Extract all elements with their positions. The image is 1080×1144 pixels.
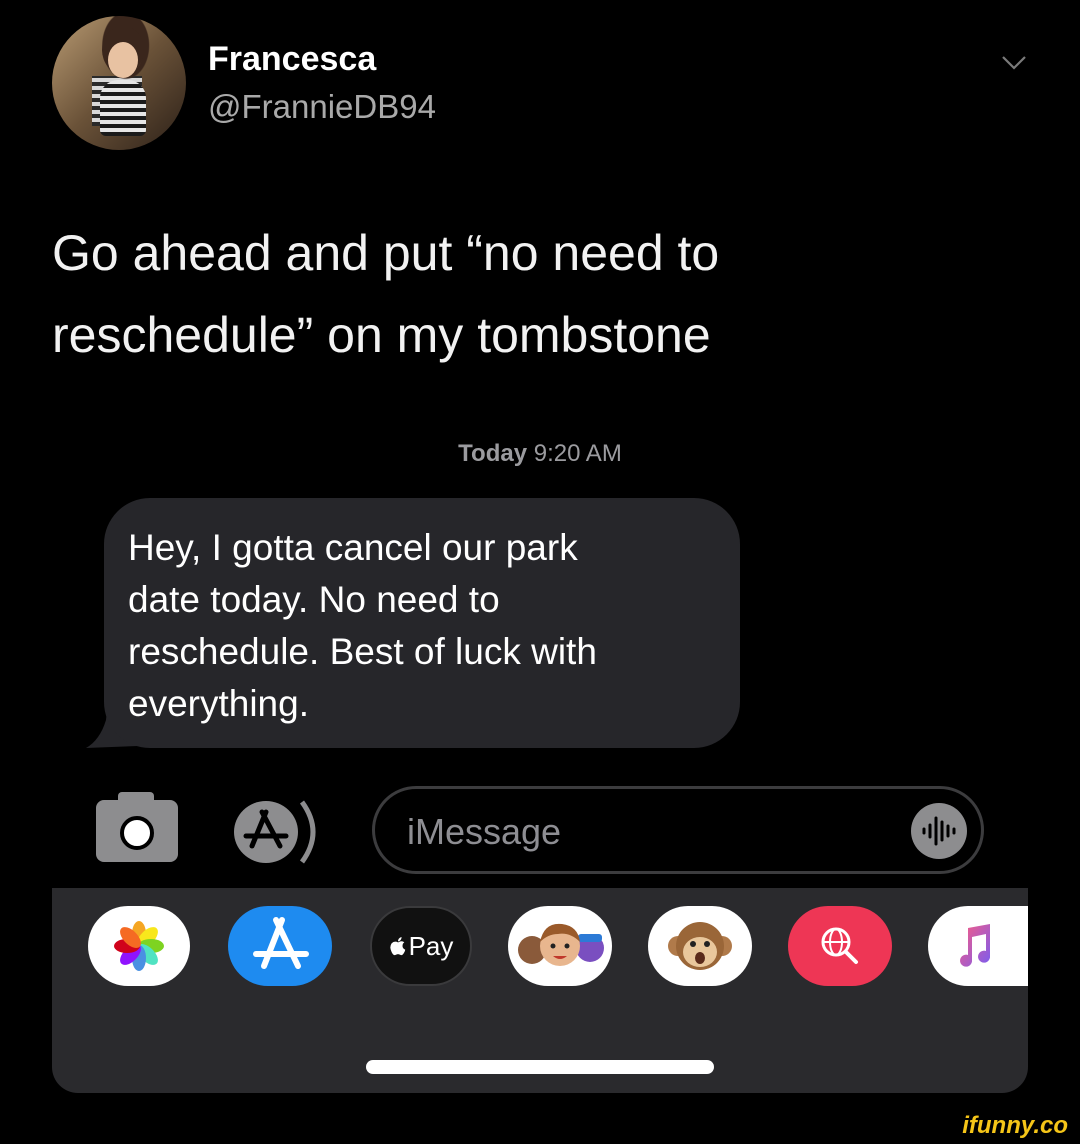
memoji-app[interactable]: [508, 906, 612, 986]
tweet-text: Go ahead and put “no need to reschedule”…: [52, 212, 1042, 376]
imessage-input[interactable]: iMessage: [372, 786, 984, 874]
avatar-face: [108, 42, 138, 78]
apple-logo-icon: [389, 937, 405, 956]
imessage-placeholder: iMessage: [407, 811, 562, 852]
message-line: date today. No need to: [128, 579, 500, 620]
audio-message-button[interactable]: [911, 803, 967, 859]
tweet-line-1: Go ahead and put “no need to: [52, 225, 720, 281]
watermark: ifunny.co: [962, 1112, 1068, 1139]
author-handle[interactable]: @FrannieDB94: [208, 88, 436, 126]
message-timestamp: Today 9:20 AM: [0, 440, 1080, 468]
apple-pay-app[interactable]: Pay: [370, 906, 472, 986]
monkey-icon: [668, 922, 732, 970]
tweet-line-2: reschedule” on my tombstone: [52, 307, 711, 363]
web-images-app[interactable]: [788, 906, 892, 986]
music-app[interactable]: [928, 906, 1028, 986]
apple-pay-label: Pay: [408, 930, 454, 961]
photos-icon: [114, 921, 164, 971]
globe-search-icon: [821, 927, 858, 964]
message-line: Hey, I gotta cancel our park: [128, 527, 578, 568]
camera-bump: [118, 792, 154, 802]
camera-icon: [120, 816, 154, 850]
animoji-app[interactable]: [648, 906, 752, 986]
timestamp-time: 9:20 AM: [533, 440, 622, 467]
app-store-app[interactable]: [228, 906, 332, 986]
message-line: reschedule. Best of luck with: [128, 631, 597, 672]
message-text: Hey, I gotta cancel our park date today.…: [128, 522, 728, 730]
author-name[interactable]: Francesca: [208, 40, 376, 79]
timestamp-day: Today: [458, 440, 528, 467]
app-store-icon: [253, 917, 309, 969]
chevron-down-icon[interactable]: [1000, 48, 1028, 76]
message-line: everything.: [128, 683, 309, 724]
app-store-button[interactable]: [232, 800, 328, 864]
waveform-icon: [922, 816, 956, 846]
bottom-strip: [0, 1124, 1080, 1144]
avatar[interactable]: [52, 16, 186, 150]
camera-button[interactable]: [96, 792, 178, 862]
home-indicator[interactable]: [366, 1060, 714, 1074]
photos-app[interactable]: [88, 906, 190, 986]
memoji-icon: [518, 923, 604, 966]
avatar-torso: [100, 80, 146, 136]
music-note-icon: [960, 924, 991, 967]
